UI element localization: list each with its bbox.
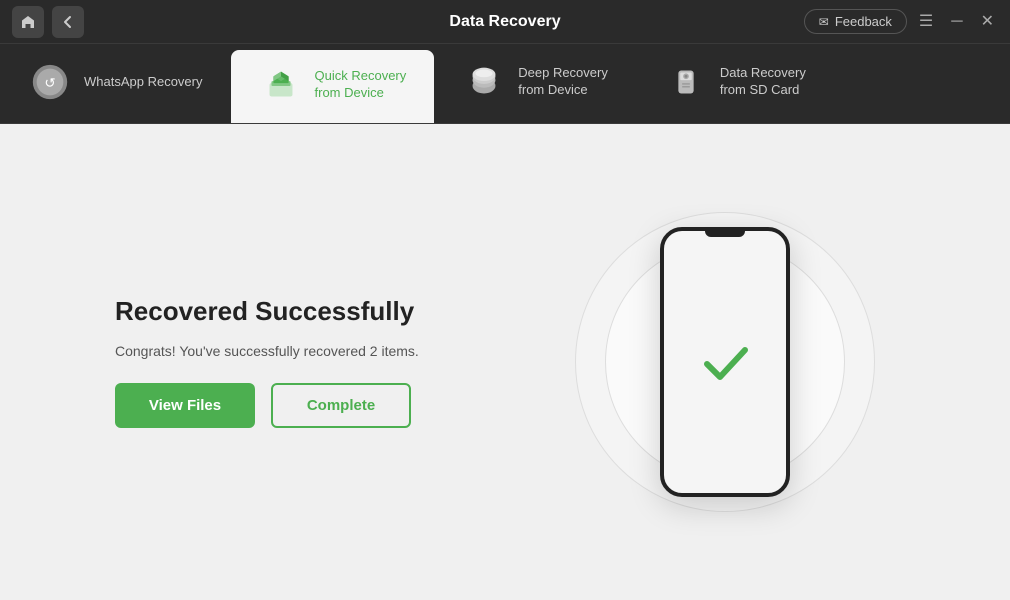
title-bar-left xyxy=(12,6,84,38)
success-subtitle: Congrats! You've successfully recovered … xyxy=(115,343,419,359)
tab-sd-label: Data Recovery from SD Card xyxy=(720,65,806,99)
right-panel xyxy=(555,192,895,532)
tab-bar: ↺ WhatsApp Recovery Quick Recovery from … xyxy=(0,44,1010,124)
home-button[interactable] xyxy=(12,6,44,38)
whatsapp-icon: ↺ xyxy=(28,60,72,104)
tab-quick-recovery[interactable]: Quick Recovery from Device xyxy=(231,50,435,123)
menu-button[interactable]: ☰ xyxy=(915,12,937,32)
success-title: Recovered Successfully xyxy=(115,296,419,327)
sd-card-icon xyxy=(664,60,708,104)
quick-recovery-icon xyxy=(259,63,303,107)
tab-deep-recovery[interactable]: Deep Recovery from Device xyxy=(434,44,636,123)
close-button[interactable]: ✕ xyxy=(977,12,998,32)
deep-recovery-icon xyxy=(462,60,506,104)
window-controls: ☰ ─ ✕ xyxy=(915,12,998,32)
tab-whatsapp[interactable]: ↺ WhatsApp Recovery xyxy=(0,44,231,123)
title-bar-right: ✉ Feedback ☰ ─ ✕ xyxy=(804,9,998,34)
checkmark-icon xyxy=(695,332,755,392)
tab-quick-label: Quick Recovery from Device xyxy=(315,68,407,102)
phone-illustration xyxy=(660,227,790,497)
content-wrapper: Recovered Successfully Congrats! You've … xyxy=(55,152,955,572)
mail-icon: ✉ xyxy=(819,15,829,29)
left-panel: Recovered Successfully Congrats! You've … xyxy=(115,296,419,428)
title-bar: Data Recovery ✉ Feedback ☰ ─ ✕ xyxy=(0,0,1010,44)
phone-screen xyxy=(664,231,786,493)
app-title: Data Recovery xyxy=(449,13,560,31)
action-buttons: View Files Complete xyxy=(115,383,419,428)
back-button[interactable] xyxy=(52,6,84,38)
tab-sd-recovery[interactable]: Data Recovery from SD Card xyxy=(636,44,834,123)
tab-deep-label: Deep Recovery from Device xyxy=(518,65,608,99)
phone-notch xyxy=(705,231,745,237)
svg-text:↺: ↺ xyxy=(44,76,55,91)
complete-button[interactable]: Complete xyxy=(271,383,411,428)
view-files-button[interactable]: View Files xyxy=(115,383,255,428)
minimize-button[interactable]: ─ xyxy=(947,12,966,32)
checkmark-container xyxy=(695,332,755,392)
main-content: Recovered Successfully Congrats! You've … xyxy=(0,124,1010,600)
tab-whatsapp-label: WhatsApp Recovery xyxy=(84,74,203,91)
feedback-button[interactable]: ✉ Feedback xyxy=(804,9,907,34)
